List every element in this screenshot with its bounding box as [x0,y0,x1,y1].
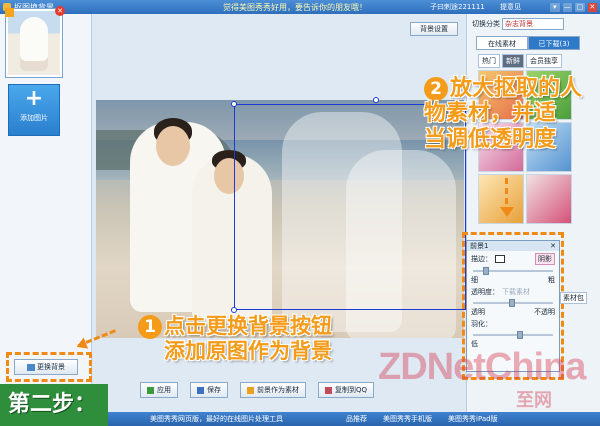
watermark: ZDNetChina [378,346,586,388]
feather-row: 羽化： [467,317,559,331]
opacity-row: 透明度： 下载素材 [467,285,559,299]
category-switch: 切换分类 杂志背景 [472,18,564,30]
star-icon [247,386,254,394]
user-name[interactable]: 子曰刺途221111 [430,2,500,12]
maximize-icon[interactable]: □ [575,2,585,12]
image-thumbnail[interactable]: ✕ [5,6,65,78]
save-label: 保存 [207,386,221,394]
apply-label: 应用 [157,386,171,394]
title-bar: 抠图换背景 觉得美图秀秀好用，要告诉你的朋友哦！ 子曰刺途221111 提意见 … [0,0,600,14]
copy-to-qq-button[interactable]: 复制到QQ [318,382,375,398]
opaque-label: 不透明 [534,308,555,316]
rotate-handle[interactable] [373,97,379,103]
watermark-sub: 至网 [516,390,552,411]
thick-label: 粗 [548,276,555,284]
replace-background-label: 更换背景 [37,363,65,371]
step-badge: 第二步： [0,384,108,426]
feedback-link[interactable]: 提意见 [500,2,550,12]
annotation-2-text-b: 物素材，并适 [424,101,557,127]
bride-face [156,126,190,166]
resize-handle[interactable] [231,307,237,313]
mobile-version-link[interactable]: 美图秀秀手机版 [383,414,432,424]
annotation-1-number: 1 [138,315,162,339]
opacity-slider-knob[interactable] [509,299,515,307]
properties-title: 前景1 [470,242,489,250]
annotation-2-line-a: 2 放大抠取的人 [424,76,600,101]
stroke-slider[interactable] [473,267,553,275]
annotation-step-1: 1 点击更换背景按钮 添加原图作为背景 [138,314,398,363]
selected-badge-icon [5,8,14,17]
opacity-slider[interactable] [473,299,553,307]
annotation-1-text-a: 点击更换背景按钮 [164,314,332,338]
feather-slider-knob[interactable] [517,331,523,339]
properties-close-icon[interactable]: ✕ [550,241,556,251]
stroke-slider-knob[interactable] [482,267,489,275]
stroke-color-swatch[interactable] [495,255,505,263]
annotation-1-text-b: 添加原图作为背景 [164,339,332,363]
category-select[interactable]: 杂志背景 [502,18,564,30]
stroke-range-labels: 细 粗 [467,275,559,285]
minimize-icon[interactable]: — [562,2,572,12]
image-icon [27,363,35,371]
remove-thumbnail-icon[interactable]: ✕ [55,6,65,16]
ipad-version-link[interactable]: 美图秀秀iPad版 [448,414,498,424]
feather-slider[interactable] [473,331,553,339]
annotation-1-line-a: 1 点击更换背景按钮 [138,314,398,339]
opacity-range-labels: 透明 不透明 [467,307,559,317]
material-tabs: 在线素材 已下载(3) [476,36,580,50]
foreground-as-material-button[interactable]: 前景作为素材 [240,382,306,398]
dropdown-icon[interactable]: ▾ [550,2,560,12]
apply-button[interactable]: 应用 [140,382,178,398]
annotation-2-text-c: 当调低透明度 [424,126,557,152]
annotation-2-number: 2 [424,77,448,101]
opacity-label: 透明度： [471,288,499,296]
foreground-as-material-label: 前景作为素材 [257,386,299,394]
copy-to-qq-label: 复制到QQ [335,386,368,394]
web-version-link[interactable]: 美图秀秀网页版，最好的在线图片处理工具 [150,414,330,424]
material-thumbnail[interactable] [526,174,572,224]
category-label: 切换分类 [472,20,500,28]
save-icon [197,386,204,394]
recommend-link[interactable]: 品推荐 [346,414,367,424]
save-button[interactable]: 保存 [190,382,228,398]
add-image-label: 添加图片 [20,114,48,122]
stroke-row: 描边： 阴影 [467,251,559,267]
resize-handle[interactable] [231,101,237,107]
close-icon[interactable]: ✕ [587,2,597,12]
transparent-label: 透明 [471,308,485,316]
replace-background-button[interactable]: 更换背景 [14,359,78,375]
subtab-new[interactable]: 新鲜 [502,54,524,68]
material-pack-tab[interactable]: 素材包 [560,292,587,304]
annotation-2-text-a: 放大抠取的人 [450,76,583,101]
stroke-label: 描边： [471,255,492,263]
notice-text[interactable]: 觉得美图秀秀好用，要告诉你的朋友哦！ [160,2,430,13]
subtab-hot[interactable]: 热门 [478,54,500,68]
material-subtabs: 热门 新鲜 会员独享 [478,54,562,68]
annotation-step-2: 2 放大抠取的人 物素材，并适 当调低透明度 [424,76,600,152]
tab-downloaded[interactable]: 已下载(3) [528,36,580,50]
qq-icon [325,386,332,394]
feather-label: 羽化： [471,320,492,328]
plus-icon: + [24,86,44,111]
shadow-toggle[interactable]: 阴影 [535,253,555,265]
background-settings-button[interactable]: 背景设置 [410,22,458,36]
download-material-label: 下载素材 [502,288,530,296]
thin-label: 细 [471,276,478,284]
tab-online-material[interactable]: 在线素材 [476,36,528,50]
properties-header: 前景1 ✕ [467,241,559,251]
window-controls: ▾ — □ ✕ [550,2,600,12]
check-icon [147,386,154,394]
thumbnail-photo [8,11,60,75]
subtab-members[interactable]: 会员独享 [526,54,562,68]
annotation-arrow-down [500,178,514,217]
add-image-button[interactable]: + 添加图片 [8,84,60,136]
